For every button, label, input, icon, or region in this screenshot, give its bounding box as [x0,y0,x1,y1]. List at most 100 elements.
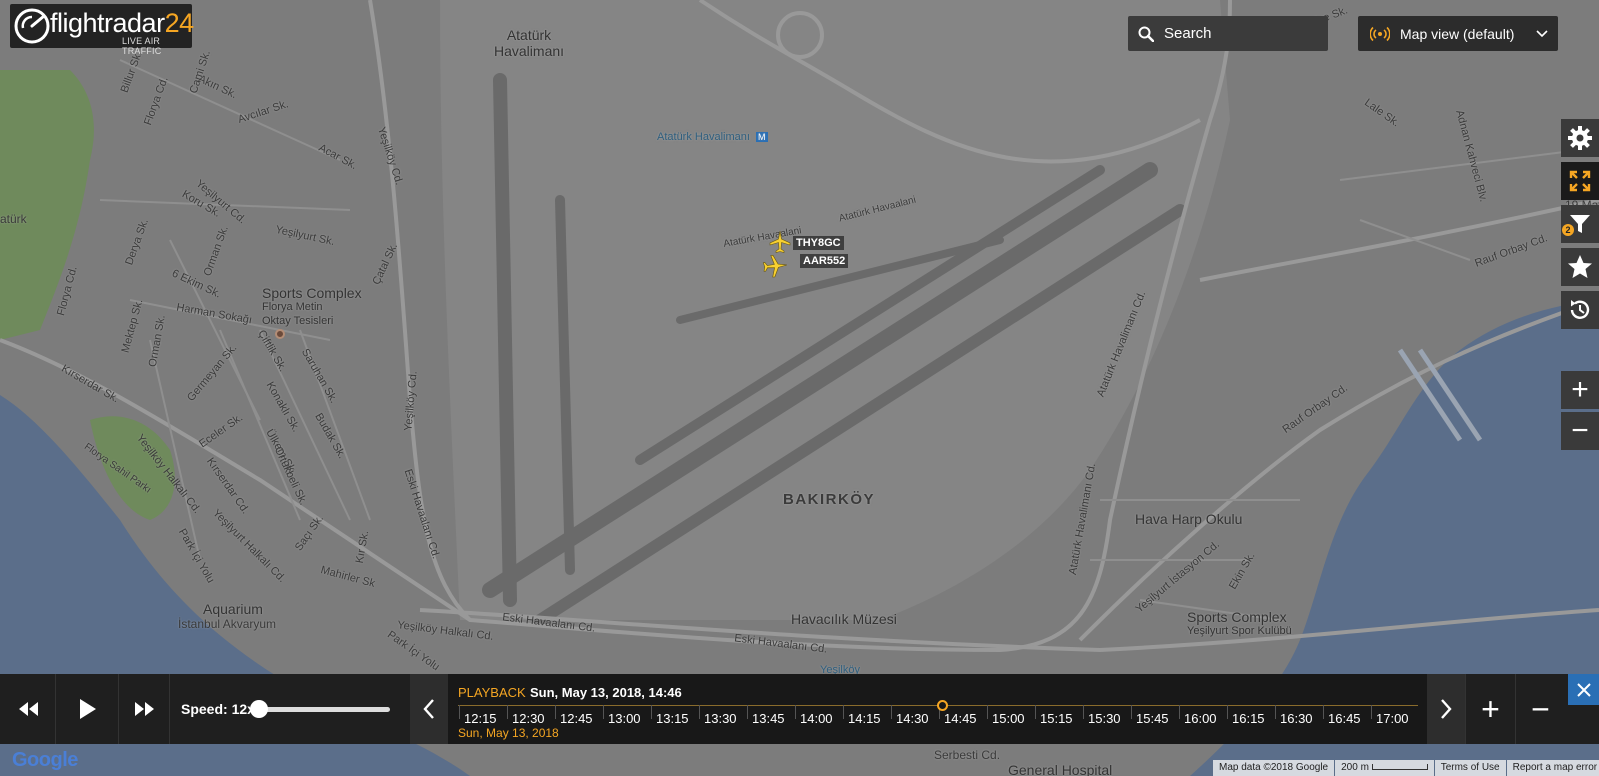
map-canvas[interactable]: Atatürk Havalimanı Atatürk Havalimanı M … [0,0,1599,776]
timeline-tick-mark [1371,705,1372,719]
map-view-label: Map view (default) [1400,25,1515,42]
aircraft-thy8gc[interactable] [768,230,792,254]
metro-station-name: Atatürk Havalimanı [657,131,750,143]
timeline-tick-label: 16:30 [1280,711,1313,726]
timeline-tick-mark [603,705,604,719]
search-icon [1138,26,1154,42]
map-footer: Map data ©2018 Google 200 m Terms of Use… [1212,760,1599,776]
filter-count-badge: 2 [1562,224,1574,236]
timeline-tick-mark [1035,705,1036,719]
timeline-zoom-in-button[interactable]: + [1465,674,1515,744]
plus-icon: + [1481,691,1500,727]
map-label-airport-line2: Havalimanı [494,43,565,59]
map-label-metro-station: Atatürk Havalimanı M [657,131,768,143]
timeline-tick-mark [1179,705,1180,719]
timeline-tick-mark [555,705,556,719]
zoom-in-button[interactable]: + [1561,371,1599,409]
timeline-tick-label: 15:30 [1088,711,1121,726]
rewind-button[interactable] [0,674,56,744]
map-label-sports-complex: Sports Complex Florya Metin Oktay Tesisl… [262,286,362,328]
metro-icon: M [756,132,768,142]
speed-slider-track[interactable] [258,707,390,712]
timeline-tick-label: 12:45 [560,711,593,726]
timeline-tick-label: 13:00 [608,711,641,726]
map-label-ataturk-edge: atürk [0,212,27,226]
zoom-out-button[interactable]: − [1561,412,1599,450]
timeline-tick-label: 14:00 [800,711,833,726]
speed-slider-handle[interactable] [250,700,268,718]
timeline-tick-mark [1323,705,1324,719]
timeline-tick-label: 16:00 [1184,711,1217,726]
timeline-cursor[interactable] [937,700,949,711]
star-icon [1568,255,1592,278]
sports-complex2-sub: Yeşilyurt Spor Kulübü [1187,625,1292,637]
rewind-icon [18,702,38,716]
map-label-museum: Havacılık Müzesi [791,611,897,627]
timeline-tick-mark [795,705,796,719]
hava-harp-name: Hava Harp Okulu [1135,511,1243,527]
timeline-prev-button[interactable] [410,674,448,744]
timeline-tick-mark [1275,705,1276,719]
logo-brand-text: flightradar [50,8,165,38]
fast-forward-icon [134,702,154,716]
timeline-tick-mark [459,705,460,719]
timeline-date: Sun, May 13, 2018 [458,726,559,740]
timeline-tick-label: 13:15 [656,711,689,726]
timeline-zoom-out-button[interactable]: − [1515,674,1565,744]
scale-bar [1371,764,1428,771]
timeline-tick-label: 14:45 [944,711,977,726]
map-label-aquarium: Aquarium [203,602,263,616]
sports-complex2-title: Sports Complex [1187,609,1287,625]
timeline-tick-label: 16:45 [1328,711,1361,726]
report-error-link[interactable]: Report a map error [1506,760,1599,776]
sports-complex-sub2: Oktay Tesisleri [262,315,334,327]
expand-icon [1569,170,1591,192]
timeline-tick-label: 12:15 [464,711,497,726]
search-button[interactable]: Search [1128,16,1328,51]
timeline-tick-label: 16:15 [1232,711,1265,726]
timeline-tick-mark [843,705,844,719]
playback-mode-label: PLAYBACK [458,685,526,700]
history-icon [1570,300,1590,319]
map-label-airport-line1: Atatürk [506,27,552,43]
aircraft-aar552[interactable] [761,252,789,280]
aircraft-label-aar552[interactable]: AAR552 [800,254,849,268]
map-data-attribution: Map data ©2018 Google [1213,760,1335,776]
plane-icon [769,230,791,253]
timeline-tick-mark [1083,705,1084,719]
logo-brand: flightradar24 [50,8,194,39]
timeline-tick-label: 13:30 [704,711,737,726]
runway-4 [493,73,517,607]
chevron-right-icon [1441,699,1452,719]
map-label-hospital: General Hospital [1008,762,1113,776]
speed-label: Speed: 12x [181,701,255,717]
aircraft-label-thy8gc[interactable]: THY8GC [793,236,844,250]
close-playback-button[interactable] [1568,674,1599,705]
play-button[interactable] [57,674,119,744]
timeline-next-button[interactable] [1427,674,1465,744]
google-logo[interactable]: Google [12,749,78,772]
timeline[interactable]: PLAYBACK Sun, May 13, 2018, 14:46 12:15 1… [448,674,1427,744]
playback-button[interactable] [1561,291,1599,329]
map-label-district: BAKIRKÖY [783,491,876,508]
settings-button[interactable] [1561,119,1599,157]
terms-link[interactable]: Terms of Use [1434,760,1506,776]
minus-icon: − [1571,414,1589,447]
favorites-button[interactable] [1561,248,1599,286]
aquarium-title: Aquarium [203,601,263,617]
map-scale[interactable]: 200 m [1335,760,1434,776]
close-icon [1576,682,1591,697]
map-label-serbesti: Serbesti Cd. [934,748,1001,762]
fast-forward-button[interactable] [120,674,170,744]
timeline-tick-label: 12:30 [512,711,545,726]
fullscreen-button[interactable] [1561,162,1599,200]
flightradar24-logo[interactable]: flightradar24 LIVE AIR TRAFFIC [10,4,194,56]
map-view-dropdown[interactable]: Map view (default) [1358,16,1558,51]
timeline-tick-label: 14:15 [848,711,881,726]
map-label-aquarium-sub: İstanbul Akvaryum [178,617,277,631]
map-label-hava-harp: Hava Harp Okulu [1135,511,1242,527]
map-label-airport: Atatürk Havalimanı [494,27,564,59]
timeline-tick-label: 15:45 [1136,711,1169,726]
logo-tagline: LIVE AIR TRAFFIC [122,36,162,56]
timeline-tick-mark [747,705,748,719]
